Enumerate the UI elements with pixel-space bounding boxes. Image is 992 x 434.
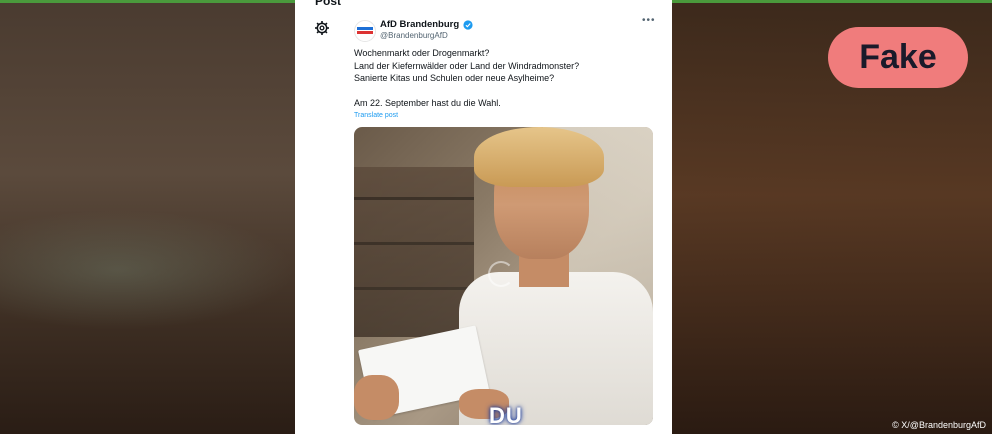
account-handle[interactable]: @BrandenburgAfD [380, 31, 448, 40]
verified-badge-icon [463, 19, 473, 30]
gear-icon[interactable] [314, 20, 330, 36]
loading-spinner-icon [488, 261, 514, 287]
image-overlay-text: DU [489, 403, 523, 425]
fake-badge: Fake [828, 27, 968, 88]
more-options-icon[interactable]: ••• [642, 15, 656, 26]
translate-post-link[interactable]: Translate post [354, 112, 398, 119]
avatar-logo-stripe [357, 27, 373, 30]
background-glow [0, 210, 295, 330]
image-bookshelf [354, 167, 474, 337]
post-text: Wochenmarkt oder Drogenmarkt? Land der K… [354, 47, 654, 110]
post-panel: Post AfD Brandenburg @BrandenburgAfD •••… [295, 0, 672, 434]
image-credit: © X/@BrandenburgAfD [892, 420, 986, 430]
image-hair [474, 127, 604, 187]
account-name[interactable]: AfD Brandenburg [380, 19, 459, 30]
post-text-line: Am 22. September hast du die Wahl. [354, 98, 501, 108]
post-header-title: Post [315, 0, 342, 8]
account-name-row[interactable]: AfD Brandenburg [380, 19, 473, 30]
account-avatar[interactable] [354, 20, 376, 42]
post-text-line: Land der Kiefernwälder oder Land der Win… [354, 60, 580, 71]
image-hand [354, 375, 399, 420]
post-image[interactable]: DU [354, 127, 653, 425]
post-text-line: Sanierte Kitas und Schulen oder neue Asy… [354, 73, 555, 83]
post-text-line: Wochenmarkt oder Drogenmarkt? [354, 48, 490, 58]
avatar-logo-stripe [357, 31, 373, 34]
fake-badge-label: Fake [859, 38, 937, 76]
